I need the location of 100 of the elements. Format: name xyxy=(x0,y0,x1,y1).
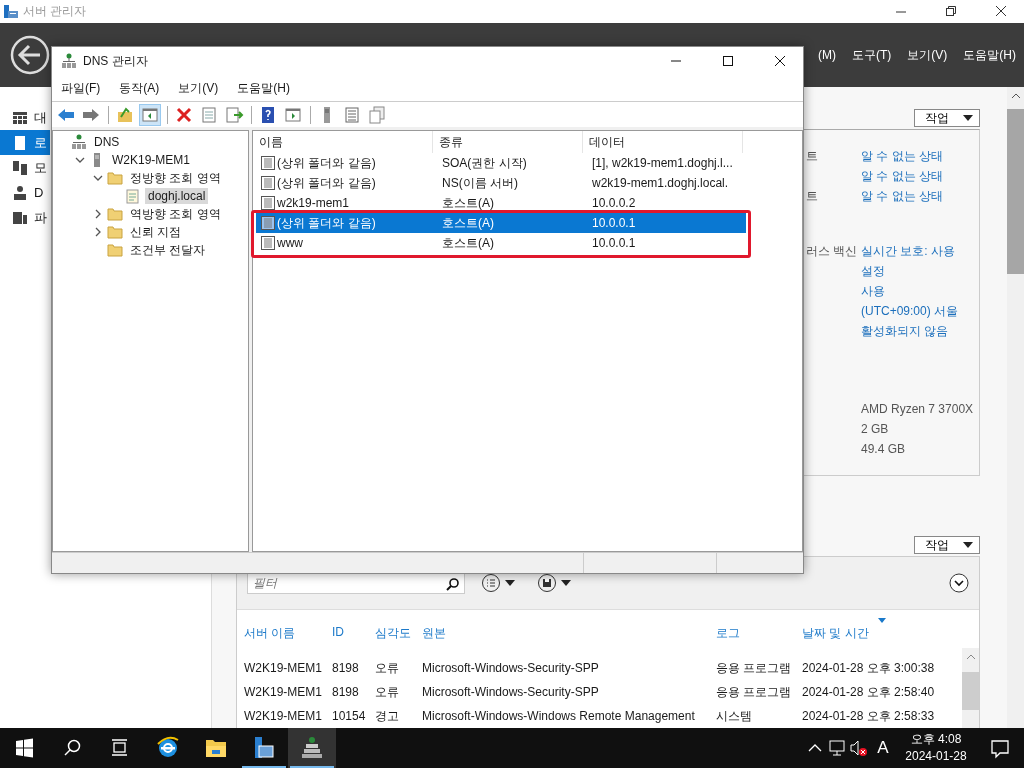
expander-icon[interactable] xyxy=(93,173,103,183)
table-cell-text: 2024-01-28 오후 2:58:40 xyxy=(802,683,936,701)
nav-icon xyxy=(12,134,28,151)
table-cell-text: W2K19-MEM1 xyxy=(244,661,324,675)
tree-button[interactable] xyxy=(139,103,161,126)
menu-item[interactable]: 동작(A) xyxy=(119,79,160,97)
property-link[interactable]: 활성화되지 않음 xyxy=(861,323,949,341)
expander-icon[interactable] xyxy=(93,209,103,219)
property-link[interactable]: (UTC+09:00) 서울 xyxy=(861,303,959,321)
property-link[interactable]: 알 수 없는 상태 xyxy=(861,188,943,206)
collapse-button[interactable] xyxy=(949,573,969,593)
table-cell-text: 8198 xyxy=(332,685,360,699)
tree-item[interactable]: DNS xyxy=(91,134,123,150)
scrollbar[interactable] xyxy=(962,648,979,728)
table-cell-text: Microsoft-Windows-Windows Remote Management xyxy=(422,709,696,723)
caret-icon xyxy=(963,542,973,549)
tasks-dropdown[interactable]: 작업 xyxy=(914,536,980,555)
tree-item[interactable]: 정방향 조회 영역 xyxy=(127,168,224,188)
tree-item[interactable]: doghj.local xyxy=(145,188,209,204)
menu-item[interactable]: 도움말(H) xyxy=(963,46,1016,64)
table-cell-text: Microsoft-Windows-Security-SPP xyxy=(422,661,600,675)
property-link[interactable]: 알 수 없는 상태 xyxy=(861,148,943,166)
folder-icon xyxy=(107,206,123,222)
menu-item[interactable]: 도움말(H) xyxy=(237,79,290,97)
record-name: (상위 폴더와 같음) xyxy=(277,154,376,172)
input-method-indicator[interactable]: A xyxy=(870,738,896,758)
menu-item[interactable]: (M) xyxy=(818,48,836,62)
menu-item[interactable]: 보기(V) xyxy=(178,79,219,97)
record-icon xyxy=(260,195,276,211)
server-manager-icon xyxy=(3,3,19,20)
record-icon xyxy=(260,175,276,191)
table-cell-text: 2024-01-28 오후 2:58:33 xyxy=(802,707,936,725)
table-cell-text: 시스템 xyxy=(716,707,753,725)
scrollbar[interactable] xyxy=(1007,87,1024,728)
tree-item[interactable]: 신뢰 지점 xyxy=(127,222,185,242)
property-value: 2 GB xyxy=(861,421,889,436)
clock[interactable]: 오후 4:08 2024-01-28 xyxy=(896,731,976,765)
network-icon xyxy=(71,134,87,150)
property-label: 트 xyxy=(806,149,818,164)
nav-item[interactable]: 대 xyxy=(0,105,50,130)
network-icon[interactable] xyxy=(288,728,336,768)
menu-item[interactable]: 파일(F) xyxy=(61,79,101,97)
tree-item[interactable]: W2K19-MEM1 xyxy=(109,152,194,168)
column-header[interactable]: ID xyxy=(332,617,375,641)
window-title: 서버 관리자 xyxy=(23,3,87,20)
nav-item[interactable]: 로 xyxy=(0,130,50,155)
property-label: 트 xyxy=(806,189,818,204)
table-cell-text: 8198 xyxy=(332,661,360,675)
record-icon xyxy=(260,235,276,251)
property-link[interactable]: 알 수 없는 상태 xyxy=(861,168,943,186)
expander-icon[interactable] xyxy=(75,155,85,165)
record-row[interactable]: (상위 폴더와 같음) SOA(권한 시작) [1], w2k19-mem1.doghj.l... xyxy=(256,153,746,173)
tree-item[interactable]: 조건부 전달자 xyxy=(127,240,209,260)
record-data: 10.0.0.2 xyxy=(592,196,636,210)
nav-item[interactable]: 모 xyxy=(0,155,50,180)
column-header[interactable]: 서버 이름 xyxy=(244,617,332,641)
window-title: DNS 관리자 xyxy=(83,52,148,70)
clock-time: 오후 4:08 xyxy=(910,731,962,748)
nav-item[interactable]: D xyxy=(0,180,50,205)
record-row[interactable]: w2k19-mem1 호스트(A) 10.0.0.2 xyxy=(256,193,746,213)
scroll-up-icon[interactable] xyxy=(1010,93,1021,99)
record-row[interactable]: www 호스트(A) 10.0.0.1 xyxy=(256,233,746,253)
tree-item[interactable]: 역방향 조회 영역 xyxy=(127,204,224,224)
property-label: 러스 백신 xyxy=(806,244,858,259)
tasks-dropdown[interactable]: 작업 xyxy=(914,109,980,127)
column-header[interactable]: 이름 xyxy=(253,131,433,153)
expander-icon[interactable] xyxy=(93,227,103,237)
property-link[interactable]: 설정 xyxy=(861,263,885,281)
property-value: 49.4 GB xyxy=(861,441,906,456)
record-row[interactable]: (상위 폴더와 같음) NS(이름 서버) w2k19-mem1.doghj.local. xyxy=(256,173,746,193)
column-header[interactable]: 종류 xyxy=(433,131,583,153)
column-header[interactable]: 로그 xyxy=(716,617,802,641)
back-button[interactable] xyxy=(10,35,50,75)
column-header[interactable]: 원본 xyxy=(422,617,716,641)
scroll-up-icon[interactable] xyxy=(965,654,976,660)
property-link[interactable]: 실시간 보호: 사용 xyxy=(861,243,955,261)
folder-icon xyxy=(107,170,123,186)
column-header[interactable]: 심각도 xyxy=(375,617,422,641)
column-header[interactable]: 날짜 및 시간 xyxy=(802,617,962,641)
sort-icon xyxy=(878,618,886,623)
table-cell-text: 10154 xyxy=(332,709,367,723)
record-name: www xyxy=(277,236,303,250)
record-type: 호스트(A) xyxy=(442,214,494,232)
record-type: 호스트(A) xyxy=(442,194,494,212)
property-link[interactable]: 사용 xyxy=(861,283,885,301)
record-data: 10.0.0.1 xyxy=(592,216,636,230)
record-type: NS(이름 서버) xyxy=(442,174,518,192)
nav-item[interactable]: 파 xyxy=(0,205,50,230)
table-cell-text: 경고 xyxy=(375,707,400,725)
column-header[interactable]: 데이터 xyxy=(583,131,743,153)
table-cell-text: Microsoft-Windows-Security-SPP xyxy=(422,685,600,699)
menu-item[interactable]: 보기(V) xyxy=(907,46,948,64)
record-row[interactable]: (상위 폴더와 같음) 호스트(A) 10.0.0.1 xyxy=(256,213,746,233)
table-cell-text: 2024-01-28 오후 3:00:38 xyxy=(802,659,936,677)
menu-item[interactable]: 도구(T) xyxy=(852,46,892,64)
clock-date: 2024-01-28 xyxy=(905,748,967,765)
folder-icon xyxy=(107,224,123,240)
table-cell-text: W2K19-MEM1 xyxy=(244,685,324,699)
table-cell-text: 오류 xyxy=(375,659,400,677)
record-icon xyxy=(260,215,276,231)
